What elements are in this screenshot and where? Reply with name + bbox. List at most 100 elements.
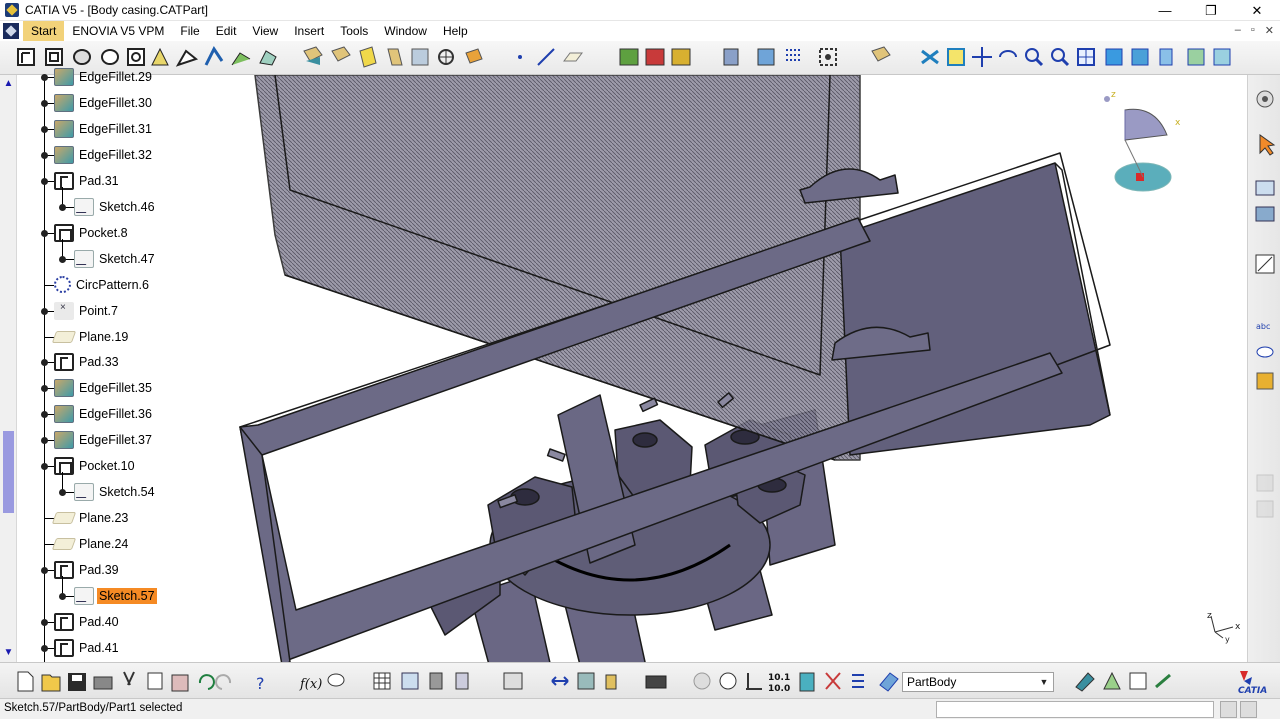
tree-expand-node[interactable] [41, 359, 48, 367]
sketch-icon [74, 483, 94, 502]
tree-item-sketch-46[interactable]: Sketch.46 [74, 195, 157, 219]
tree-expand-node[interactable] [41, 151, 48, 159]
tree-item-edgefillet-31[interactable]: EdgeFillet.31 [54, 117, 154, 141]
tree-expand-node[interactable] [41, 385, 48, 393]
body-selector-value: PartBody [907, 675, 957, 689]
close-button[interactable]: ✕ [1234, 0, 1280, 21]
tree-expand-node[interactable] [41, 99, 48, 107]
reference-elements-group[interactable] [518, 48, 583, 66]
tree-item-pad-41[interactable]: Pad.41 [54, 636, 121, 660]
tree-expand-node[interactable] [41, 411, 48, 419]
standard-group[interactable]: ? [17, 671, 265, 693]
menu-tools[interactable]: Tools [332, 21, 376, 41]
sketch-based-features-group[interactable] [17, 46, 277, 67]
menu-enovia[interactable]: ENOVIA V5 VPM [64, 21, 172, 41]
svg-text:f(x): f(x) [299, 677, 322, 692]
tree-item-pad-31[interactable]: Pad.31 [54, 169, 121, 193]
tree-item-plane-19[interactable]: Plane.19 [51, 325, 130, 349]
edge-fillet-icon [54, 119, 74, 138]
menu-file[interactable]: File [172, 21, 207, 41]
tree-expand-node[interactable] [59, 489, 66, 497]
tree-item-edgefillet-29[interactable]: EdgeFillet.29 [54, 65, 154, 89]
tree-item-plane-24[interactable]: Plane.24 [51, 532, 130, 556]
body-selector[interactable]: PartBody ▼ [902, 672, 1054, 692]
view-group[interactable] [921, 47, 1231, 67]
tree-item-pad-33[interactable]: Pad.33 [54, 350, 121, 374]
tree-item-pad-40[interactable]: Pad.40 [54, 610, 121, 634]
tree-item-label: Plane.23 [79, 511, 129, 526]
document-icon[interactable] [3, 23, 19, 39]
tree-item-edgefillet-32[interactable]: EdgeFillet.32 [54, 143, 154, 167]
tree-expand-node[interactable] [41, 463, 48, 471]
dress-up-features-group[interactable] [303, 46, 483, 68]
tree-item-label: EdgeFillet.31 [79, 121, 152, 136]
edge-fillet-icon [54, 379, 74, 398]
tree-item-sketch-54[interactable]: Sketch.54 [74, 480, 157, 504]
select-arrow-icon[interactable] [1259, 134, 1276, 156]
analysis-group[interactable] [503, 672, 667, 690]
constraint-icon[interactable]: abc [1256, 322, 1274, 390]
pad-icon [54, 638, 74, 657]
tree-item-edgefillet-30[interactable]: EdgeFillet.30 [54, 91, 154, 115]
doc-restore-button[interactable]: ▫ [1251, 24, 1255, 37]
tree-item-circpattern-6[interactable]: CircPattern.6 [54, 273, 151, 297]
sketcher-icon[interactable] [1256, 90, 1274, 108]
tree-item-edgefillet-37[interactable]: EdgeFillet.37 [54, 428, 154, 452]
menu-start[interactable]: Start [23, 21, 65, 41]
tree-item-pocket-10[interactable]: Pocket.10 [54, 454, 137, 478]
edge-fillet-icon [54, 93, 74, 112]
knowledge-group[interactable]: f(x) [299, 672, 469, 692]
view-mode-group[interactable]: 10.1 10.0 [693, 672, 899, 694]
tree-item-sketch-57[interactable]: Sketch.57 [74, 584, 157, 608]
tree-expand-node[interactable] [41, 567, 48, 575]
tree-expand-node[interactable] [59, 593, 66, 600]
tree-item-label: Sketch.54 [99, 485, 155, 500]
menu-view[interactable]: View [244, 21, 286, 41]
minimize-button[interactable]: — [1142, 0, 1188, 21]
catalog-icon[interactable] [1255, 180, 1275, 222]
tree-expand-node[interactable] [41, 307, 48, 315]
tree-item-plane-23[interactable]: Plane.23 [51, 506, 130, 530]
tree-item-pad-39[interactable]: Pad.39 [54, 558, 121, 582]
tree-expand-node[interactable] [59, 203, 66, 211]
analysis-icon[interactable] [1255, 254, 1275, 274]
tree-item-edgefillet-35[interactable]: EdgeFillet.35 [54, 376, 154, 400]
tree-expand-node[interactable] [41, 125, 48, 133]
tree-expand-node[interactable] [41, 177, 48, 185]
tree-item-edgefillet-36[interactable]: EdgeFillet.36 [54, 402, 154, 426]
command-apply-button[interactable] [1240, 701, 1257, 718]
menu-window[interactable]: Window [376, 21, 435, 41]
top-toolbar-icons [17, 46, 1231, 68]
tree-expand-node[interactable] [41, 229, 48, 237]
doc-close-button[interactable]: ✕ [1265, 24, 1274, 37]
tree-expand-node[interactable] [41, 437, 48, 445]
doc-minimize-button[interactable]: – [1235, 24, 1241, 37]
chevron-down-icon[interactable]: ▼ [1037, 675, 1051, 689]
pad-icon [54, 561, 74, 580]
command-cancel-button[interactable] [1220, 701, 1237, 718]
compass-widget[interactable]: z x [1095, 85, 1205, 205]
tree-item-label: EdgeFillet.30 [79, 95, 152, 110]
tree-item-sketch-47[interactable]: Sketch.47 [74, 247, 157, 271]
menu-insert[interactable]: Insert [286, 21, 332, 41]
window-controls: — ❐ ✕ [1142, 0, 1280, 21]
menu-help[interactable]: Help [435, 21, 476, 41]
compass-icon[interactable] [1104, 96, 1172, 192]
scale-bottom-label: 10.0 [768, 684, 790, 694]
tree-item-label: EdgeFillet.37 [79, 433, 152, 448]
maximize-button[interactable]: ❐ [1188, 0, 1234, 21]
edge-fillet-icon [54, 405, 74, 424]
command-input[interactable] [936, 701, 1214, 718]
tree-item-pocket-8[interactable]: Pocket.8 [54, 221, 130, 245]
right-toolbar: abc [1247, 75, 1280, 662]
menu-edit[interactable]: Edit [208, 21, 245, 41]
tree-expand-node[interactable] [41, 74, 48, 81]
tree-item-point-7[interactable]: Point.7 [54, 299, 120, 323]
tree-expand-node[interactable] [59, 255, 66, 263]
tree-expand-node[interactable] [41, 618, 48, 626]
workbench-group[interactable] [1075, 671, 1171, 692]
compass-x-label: x [1175, 118, 1181, 128]
measure-group[interactable] [723, 46, 891, 66]
tree-expand-node[interactable] [41, 644, 48, 652]
boolean-operations-group[interactable] [619, 48, 691, 66]
